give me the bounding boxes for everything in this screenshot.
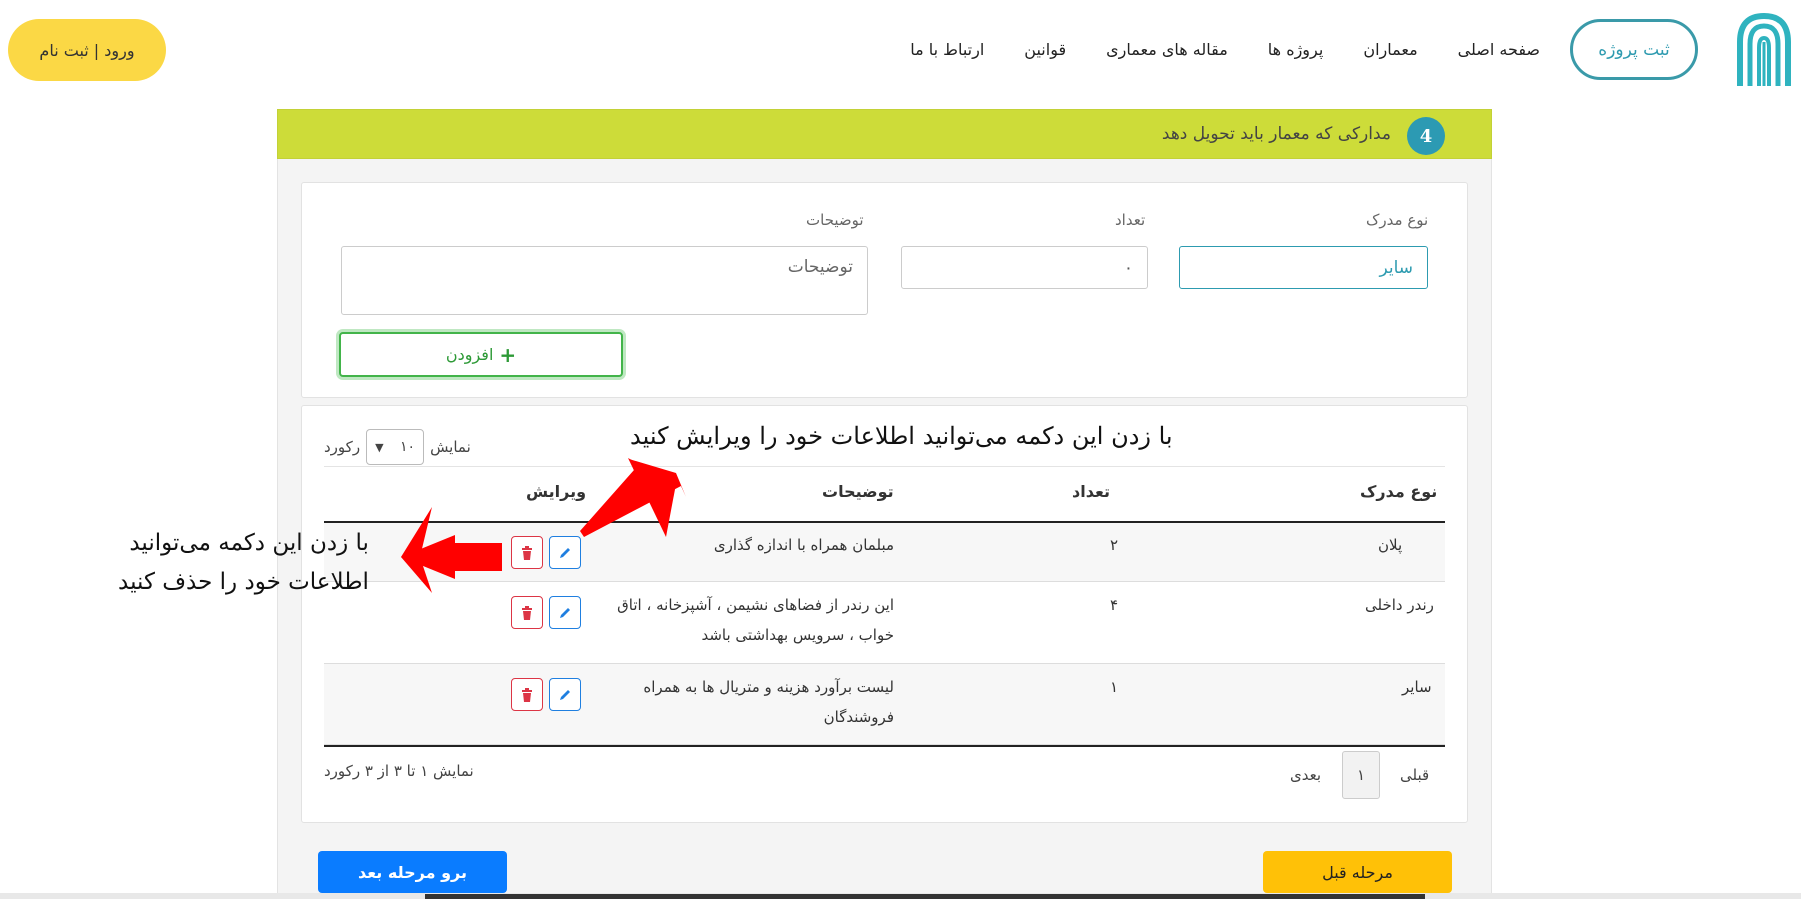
step-number-badge: 4 <box>1407 117 1445 155</box>
plus-icon: + <box>499 342 517 367</box>
table-info: نمایش ۱ تا ۳ از ۳ رکورد <box>324 762 474 780</box>
description-textarea[interactable]: توضیحات <box>341 246 868 315</box>
cell-description: مبلمان همراه با اندازه گذاری <box>713 536 894 554</box>
nav-item-architects[interactable]: معماران <box>1363 40 1417 59</box>
column-header-type[interactable]: نوع مدرک <box>1360 482 1437 501</box>
nav-item-contact[interactable]: ارتباط با ما <box>910 40 984 59</box>
document-type-label: نوع مدرک <box>1366 211 1429 229</box>
delete-button[interactable] <box>511 596 543 629</box>
pagination-next[interactable]: بعدی <box>1290 751 1321 799</box>
nav-item-home[interactable]: صفحه اصلی <box>1458 40 1540 59</box>
step-title: مدارکی که معمار باید تحویل دهد <box>1161 124 1391 144</box>
edit-hint-annotation: با زدن این دکمه می‌توانید اطلاعات خود را… <box>630 422 1173 450</box>
next-step-button[interactable]: برو مرحله بعد <box>318 851 507 893</box>
edit-button[interactable] <box>549 536 581 569</box>
cell-description: لیست برآورد هزینه و متریال ها به همراه ف… <box>643 678 894 726</box>
main-nav: صفحه اصلی معماران پروژه ها مقاله های معم… <box>900 34 1540 64</box>
count-label: تعداد <box>1115 211 1146 229</box>
table-length-control: نمایش ▼ ۱۰ رکورد <box>324 429 471 465</box>
cell-count: ۲ <box>1110 536 1119 554</box>
description-label: توضیحات <box>806 211 864 229</box>
cell-type: سایر <box>1402 678 1432 696</box>
add-button[interactable]: + افزودن <box>339 332 623 377</box>
cell-count: ۴ <box>1110 596 1119 614</box>
length-show-label: نمایش <box>430 438 471 456</box>
document-type-select[interactable]: سایر <box>1179 246 1428 289</box>
pencil-icon <box>560 547 570 558</box>
length-select[interactable]: ▼ ۱۰ <box>366 429 425 465</box>
edit-button[interactable] <box>549 678 581 711</box>
column-header-description[interactable]: توضیحات <box>822 482 894 501</box>
add-button-label: افزودن <box>445 345 494 364</box>
table-footer-rule <box>324 745 1445 747</box>
trash-icon <box>522 605 532 620</box>
step-header: 4 مدارکی که معمار باید تحویل دهد <box>277 109 1492 159</box>
pagination-previous[interactable]: قبلی <box>1400 751 1429 799</box>
trash-icon <box>522 687 532 702</box>
trash-icon <box>522 545 532 560</box>
nav-item-projects[interactable]: پروژه ها <box>1268 40 1324 59</box>
column-header-count[interactable]: تعداد <box>1072 482 1110 501</box>
length-records-label: رکورد <box>324 438 361 456</box>
delete-hint-annotation: با زدن این دکمه می‌توانید اطلاعات خود را… <box>118 524 369 602</box>
delete-hint-line-1: با زدن این دکمه می‌توانید <box>129 530 369 556</box>
count-input[interactable]: ۰ <box>901 246 1148 289</box>
cell-type: پلان <box>1378 536 1403 554</box>
nav-item-articles[interactable]: مقاله های معماری <box>1106 40 1228 59</box>
logo-arch-icon[interactable] <box>1736 12 1792 88</box>
cell-count: ۱ <box>1110 678 1119 696</box>
pencil-icon <box>560 689 570 700</box>
delete-button[interactable] <box>511 536 543 569</box>
login-register-button[interactable]: ورود | ثبت نام <box>8 19 166 81</box>
edit-button[interactable] <box>549 596 581 629</box>
nav-item-rules[interactable]: قوانین <box>1024 40 1066 59</box>
column-header-edit: ویرایش <box>526 482 587 501</box>
site-header: ثبت پروژه صفحه اصلی معماران پروژه ها مقا… <box>0 0 1801 100</box>
cell-type: رندر داخلی <box>1365 596 1434 614</box>
pagination-page-1[interactable]: ۱ <box>1342 751 1380 799</box>
pencil-icon <box>560 607 570 618</box>
length-select-value: ۱۰ <box>400 439 416 455</box>
previous-step-button[interactable]: مرحله قبل <box>1263 851 1452 893</box>
cell-description: این رندر از فضاهای نشیمن ، آشپزخانه ، ات… <box>617 596 894 644</box>
chevron-down-icon: ▼ <box>375 440 384 454</box>
delete-hint-line-2: اطلاعات خود را حذف کنید <box>118 569 369 595</box>
register-project-button[interactable]: ثبت پروژه <box>1570 19 1698 80</box>
divider <box>324 466 1445 467</box>
delete-button[interactable] <box>511 678 543 711</box>
scrollbar-thumb[interactable] <box>425 894 1425 899</box>
